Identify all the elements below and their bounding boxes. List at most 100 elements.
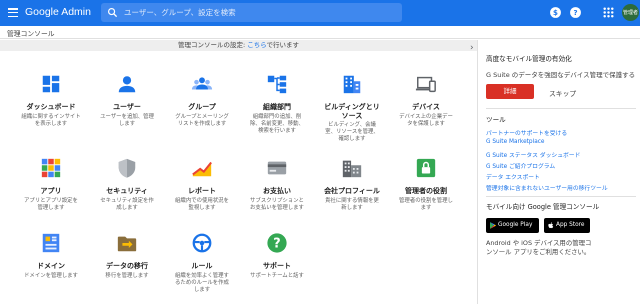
- breadcrumb-item[interactable]: 管理コンソール: [7, 28, 55, 38]
- tile-desc: セキュリティ設定を作: [100, 197, 154, 204]
- tile-desc: を表示します: [34, 120, 68, 127]
- svg-text:$: $: [553, 8, 558, 17]
- settings-notice: 管理コンソールの設定: こちらで行います: [0, 40, 477, 51]
- app-store-label: App Store: [556, 222, 585, 228]
- tile-title: アプリ: [40, 187, 62, 195]
- tile-users[interactable]: ユーザー ユーザーを追加、管理 します: [84, 73, 170, 128]
- notice-link[interactable]: こちら: [247, 41, 266, 49]
- avatar-text: 管理者: [623, 10, 639, 16]
- group-icon: [191, 77, 213, 90]
- apps-grid-icon[interactable]: [602, 6, 615, 19]
- menu-icon[interactable]: [8, 8, 18, 18]
- devices-icon: [415, 76, 436, 93]
- tile-domains[interactable]: ドメイン ドメインを管理します: [8, 232, 94, 280]
- tile-desc: アプリとアプリ設定を: [24, 197, 78, 204]
- tools-title: ツール: [486, 116, 506, 124]
- tool-link[interactable]: パートナーのサポートを受ける: [486, 128, 567, 137]
- tile-dashboard[interactable]: ダッシュボード 組織に関するインサイト を表示します: [8, 73, 94, 128]
- tile-desc: るためのルールを作成: [175, 279, 229, 286]
- tile-data-migration[interactable]: データの移行 移行を管理します: [84, 232, 170, 280]
- tile-reports[interactable]: レポート 組織内での使用状況を 監視します: [159, 157, 245, 212]
- tile-desc: 組織を効率よく管理す: [175, 272, 229, 279]
- tile-desc: 移行を管理します: [105, 272, 149, 279]
- tool-link[interactable]: G Suite Marketplace: [486, 139, 545, 145]
- steering-wheel-icon: [192, 233, 212, 253]
- tile-title: データの移行: [106, 262, 148, 270]
- google-play-badge[interactable]: Google Play: [486, 218, 539, 233]
- tile-title: セキュリティ: [106, 187, 148, 195]
- help-circle-icon: ?: [267, 233, 287, 253]
- tile-title: ドメイン: [37, 262, 65, 270]
- credit-card-icon: [267, 161, 287, 175]
- tool-link[interactable]: G Suite ご紹介プログラム: [486, 161, 555, 170]
- tile-security[interactable]: セキュリティ セキュリティ設定を作 成します: [84, 157, 170, 212]
- tile-desc: 成します: [116, 204, 138, 211]
- tile-title: 管理者の役割: [405, 187, 447, 195]
- domains-icon: [42, 233, 60, 253]
- search-box[interactable]: [101, 3, 402, 22]
- tile-devices[interactable]: デバイス デバイス上の企業デー タを保護します: [383, 73, 469, 128]
- search-input[interactable]: [124, 5, 394, 20]
- tile-org-units[interactable]: 組織部門 組織部門の追加、削 除、名前変更、移動、 検索を行います: [234, 73, 320, 135]
- tool-link[interactable]: G Suite ステータス ダッシュボード: [486, 150, 580, 159]
- search-icon: [108, 8, 118, 18]
- chevron-right-icon[interactable]: ›: [470, 43, 474, 53]
- tile-title: グループ: [188, 103, 216, 111]
- tile-desc: 除、名前変更、移動、: [250, 120, 304, 127]
- tile-desc: 検索を行います: [258, 127, 296, 134]
- tile-desc: サポートチームと話す: [250, 272, 304, 279]
- svg-text:?: ?: [573, 8, 577, 17]
- help-icon[interactable]: ?: [569, 6, 582, 19]
- right-panel: 高度なモバイル管理の有効化 G Suite のデータを強固なデバイス管理で保護す…: [478, 40, 640, 304]
- apps-icon: [41, 158, 61, 178]
- divider: [486, 196, 636, 197]
- tile-desc: 組織部門の追加、削: [252, 113, 302, 120]
- lock-icon: [416, 158, 436, 178]
- tile-title: ルール: [191, 262, 213, 270]
- tile-desc: ます: [420, 204, 432, 211]
- tile-title: ユーザー: [113, 103, 141, 111]
- tile-rules[interactable]: ルール 組織を効率よく管理す るためのルールを作成 します: [159, 232, 245, 294]
- tile-desc: ユーザーを追加、管理: [100, 113, 154, 120]
- tile-desc: リストを作成します: [177, 120, 227, 127]
- tile-desc: 組織に関するインサイト: [21, 113, 81, 120]
- tile-desc: ドメインを管理します: [24, 272, 78, 279]
- app-store-badge[interactable]: App Store: [544, 218, 590, 233]
- tile-desc: 管理します: [37, 204, 65, 211]
- mobile-console-title: モバイル向け Google 管理コンソール: [486, 203, 600, 211]
- org-unit-icon: [267, 75, 287, 94]
- tile-groups[interactable]: グループ グループとメーリング リストを作成します: [159, 73, 245, 128]
- google-play-icon: [490, 222, 496, 229]
- tile-admin-roles[interactable]: 管理者の役割 管理者の役割を管理し ます: [383, 157, 469, 212]
- tool-link[interactable]: データ エクスポート: [486, 172, 540, 181]
- tile-desc: お支払いを管理します: [250, 204, 304, 211]
- app-title[interactable]: Google Admin: [25, 6, 91, 18]
- avatar[interactable]: 管理者: [622, 4, 639, 21]
- tile-desc: グループとメーリング: [175, 113, 229, 120]
- svg-text:?: ?: [273, 237, 280, 252]
- tile-desc: 確認します: [338, 136, 366, 143]
- tile-apps[interactable]: アプリ アプリとアプリ設定を 管理します: [8, 157, 94, 212]
- mobile-mgmt-text: G Suite のデータを強固なデバイス管理で保護する: [486, 71, 636, 79]
- user-icon: [118, 76, 136, 93]
- company-building-icon: [342, 160, 362, 178]
- tile-title: お支払い: [263, 187, 291, 195]
- mobile-console-text: Android や iOS デバイス用の管理コ: [486, 239, 592, 247]
- tile-billing[interactable]: お支払い サブスクリプションと お支払いを管理します: [234, 157, 320, 212]
- tile-desc: 組織内での使用状況を: [175, 197, 229, 204]
- dollar-icon[interactable]: $: [549, 6, 562, 19]
- reports-icon: [192, 161, 212, 177]
- divider: [486, 108, 636, 109]
- tile-title: ダッシュボード: [26, 103, 76, 111]
- tile-support[interactable]: ? サポート サポートチームと話す: [234, 232, 320, 280]
- skip-button[interactable]: スキップ: [549, 88, 576, 98]
- breadcrumb: 管理コンソール: [0, 26, 640, 39]
- tool-link[interactable]: 管理対象に含まれないユーザー用の移行ツール: [486, 183, 608, 192]
- detail-button[interactable]: 詳細: [486, 84, 534, 99]
- tile-desc: タを保護します: [407, 120, 445, 127]
- tile-desc: 管理者の役割を管理し: [399, 197, 453, 204]
- tile-title: サポート: [263, 262, 291, 270]
- tile-desc: 監視します: [188, 204, 216, 211]
- mobile-mgmt-title: 高度なモバイル管理の有効化: [486, 55, 572, 63]
- shield-icon: [118, 158, 136, 178]
